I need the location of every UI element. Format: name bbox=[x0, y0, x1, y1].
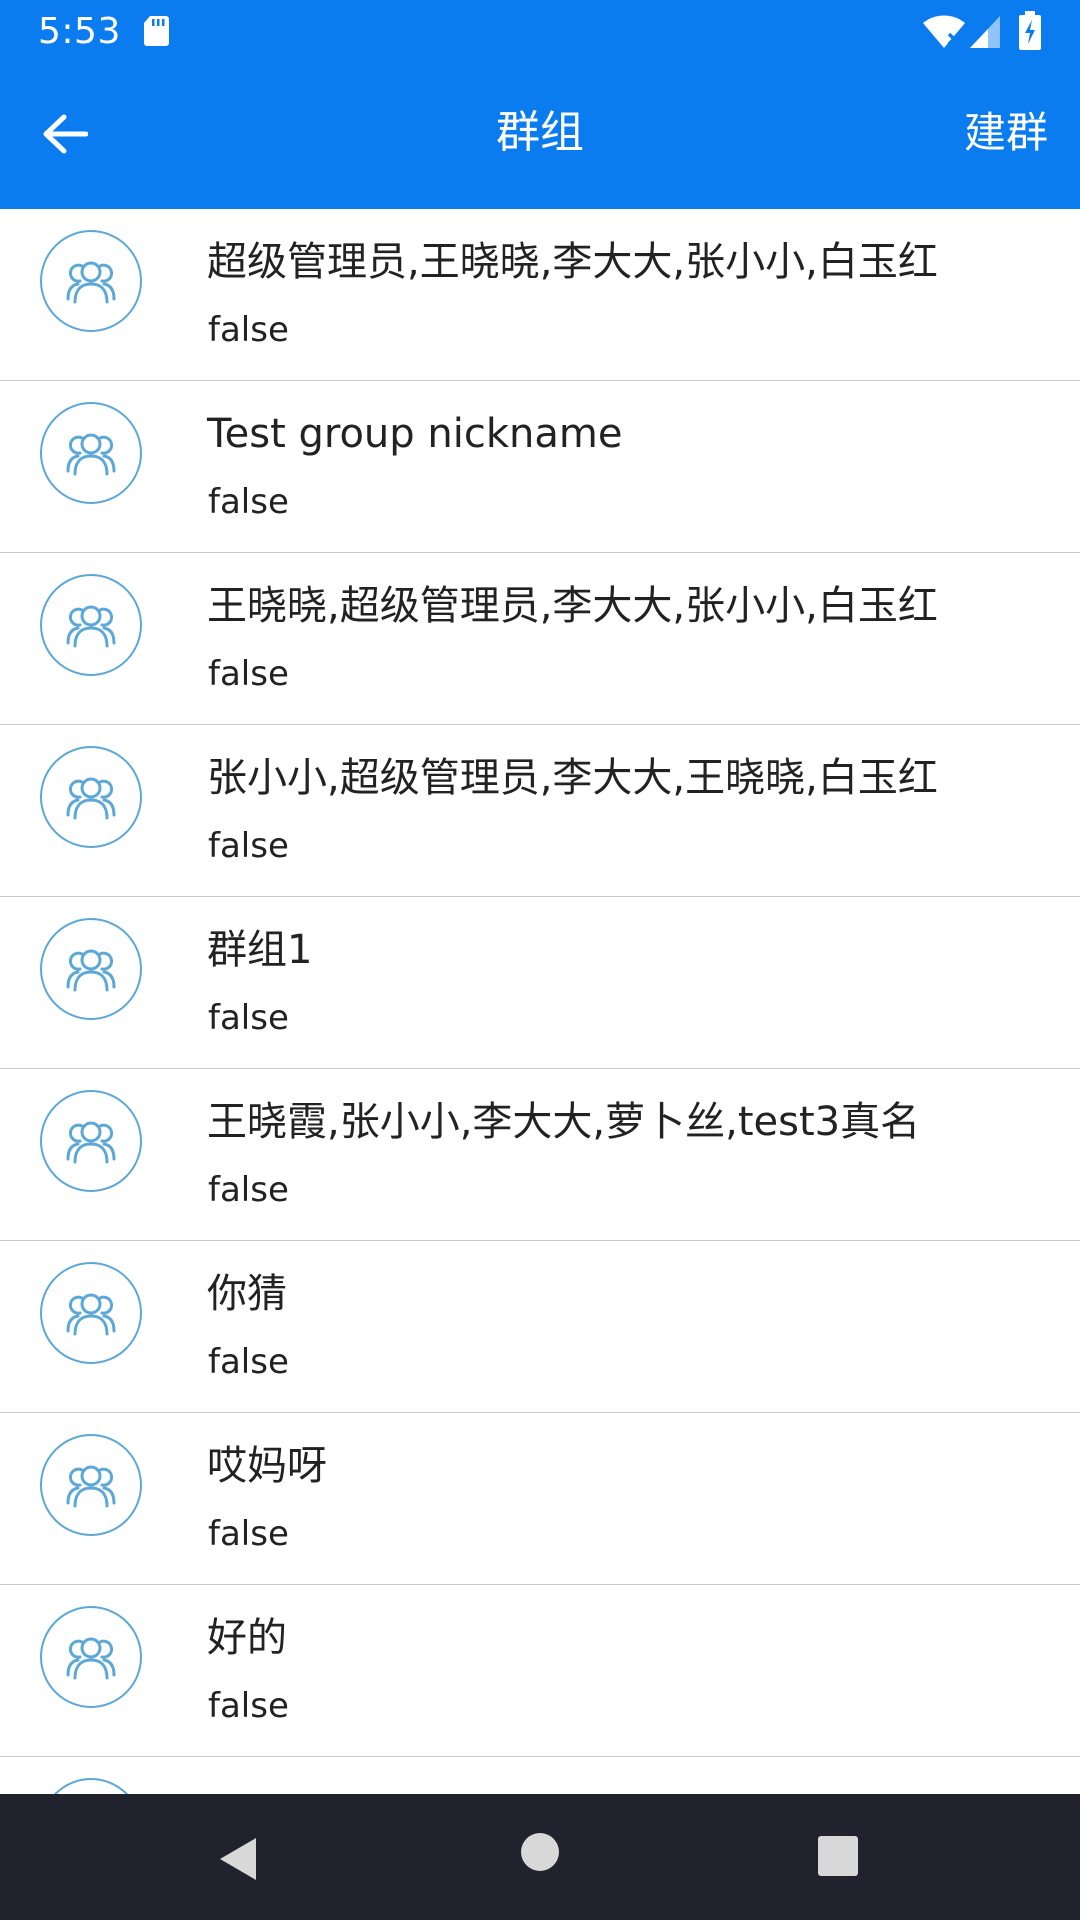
group-list-item[interactable]: Test group nickname false bbox=[0, 381, 1080, 553]
group-name: 你猜 bbox=[207, 1271, 287, 1317]
group-name: 哎妈呀 bbox=[207, 1443, 327, 1489]
app-bar: 群组 建群 bbox=[0, 63, 1080, 209]
group-status: false bbox=[208, 998, 289, 1038]
group-list-item[interactable]: 哎妈呀 false bbox=[0, 1413, 1080, 1585]
group-icon bbox=[66, 949, 116, 992]
group-list-item[interactable]: 张小小,超级管理员,李大大,王晓晓,白玉红 false bbox=[0, 725, 1080, 897]
group-list-item[interactable] bbox=[0, 1757, 1080, 1794]
group-status: false bbox=[208, 1686, 289, 1726]
group-avatar bbox=[40, 1090, 142, 1192]
signal-icon bbox=[970, 16, 1000, 48]
group-name: 群组1 bbox=[207, 927, 313, 973]
group-avatar bbox=[40, 1606, 142, 1708]
group-name: Test group nickname bbox=[207, 411, 623, 457]
nav-recents-icon[interactable] bbox=[816, 1834, 860, 1878]
nav-home-icon[interactable] bbox=[520, 1832, 560, 1872]
group-avatar bbox=[40, 1778, 142, 1794]
group-avatar bbox=[40, 1262, 142, 1364]
group-icon bbox=[66, 433, 116, 476]
create-group-button[interactable]: 建群 bbox=[964, 103, 1048, 163]
group-name: 王晓霞,张小小,李大大,萝卜丝,test3真名 bbox=[207, 1099, 921, 1145]
group-icon bbox=[66, 1121, 116, 1164]
group-icon bbox=[66, 1465, 116, 1508]
group-avatar bbox=[40, 230, 142, 332]
group-list-item[interactable]: 群组1 false bbox=[0, 897, 1080, 1069]
sd-card-icon bbox=[144, 16, 169, 46]
group-list-item[interactable]: 好的 false bbox=[0, 1585, 1080, 1757]
group-list-item[interactable]: 你猜 false bbox=[0, 1241, 1080, 1413]
group-avatar bbox=[40, 402, 142, 504]
group-icon bbox=[66, 1637, 116, 1680]
group-list-item[interactable]: 王晓晓,超级管理员,李大大,张小小,白玉红 false bbox=[0, 553, 1080, 725]
group-status: false bbox=[208, 654, 289, 694]
group-status: false bbox=[208, 826, 289, 866]
group-status: false bbox=[208, 1514, 289, 1554]
group-status: false bbox=[208, 1342, 289, 1382]
status-bar: 5:53 bbox=[0, 0, 1080, 63]
group-name: 好的 bbox=[207, 1615, 287, 1661]
back-button[interactable] bbox=[30, 99, 100, 169]
group-icon bbox=[66, 1293, 116, 1336]
page-title: 群组 bbox=[496, 107, 584, 158]
arrow-left-icon bbox=[43, 114, 88, 154]
group-name: 王晓晓,超级管理员,李大大,张小小,白玉红 bbox=[207, 583, 938, 629]
group-name: 张小小,超级管理员,李大大,王晓晓,白玉红 bbox=[207, 755, 938, 801]
battery-charging-icon bbox=[1019, 11, 1041, 50]
group-icon bbox=[66, 777, 116, 820]
group-list-item[interactable]: 超级管理员,王晓晓,李大大,张小小,白玉红 false bbox=[0, 209, 1080, 381]
wifi-icon bbox=[923, 15, 965, 48]
group-status: false bbox=[208, 1170, 289, 1210]
group-icon bbox=[66, 261, 116, 304]
group-list[interactable]: 超级管理员,王晓晓,李大大,张小小,白玉红 false Test group nic… bbox=[0, 209, 1080, 1794]
group-status: false bbox=[208, 310, 289, 350]
nav-back-icon[interactable] bbox=[214, 1834, 264, 1884]
group-list-item[interactable]: 王晓霞,张小小,李大大,萝卜丝,test3真名 false bbox=[0, 1069, 1080, 1241]
group-icon bbox=[66, 605, 116, 648]
status-time: 5:53 bbox=[38, 11, 121, 52]
group-avatar bbox=[40, 746, 142, 848]
group-avatar bbox=[40, 1434, 142, 1536]
group-avatar bbox=[40, 574, 142, 676]
group-status: false bbox=[208, 482, 289, 522]
group-avatar bbox=[40, 918, 142, 1020]
app-root: 5:53 群组 建群 超级管理员,王晓晓,李大大,张小小,白玉红 false T… bbox=[0, 0, 1080, 1920]
group-name: 超级管理员,王晓晓,李大大,张小小,白玉红 bbox=[207, 239, 938, 285]
system-nav-bar bbox=[0, 1794, 1080, 1920]
